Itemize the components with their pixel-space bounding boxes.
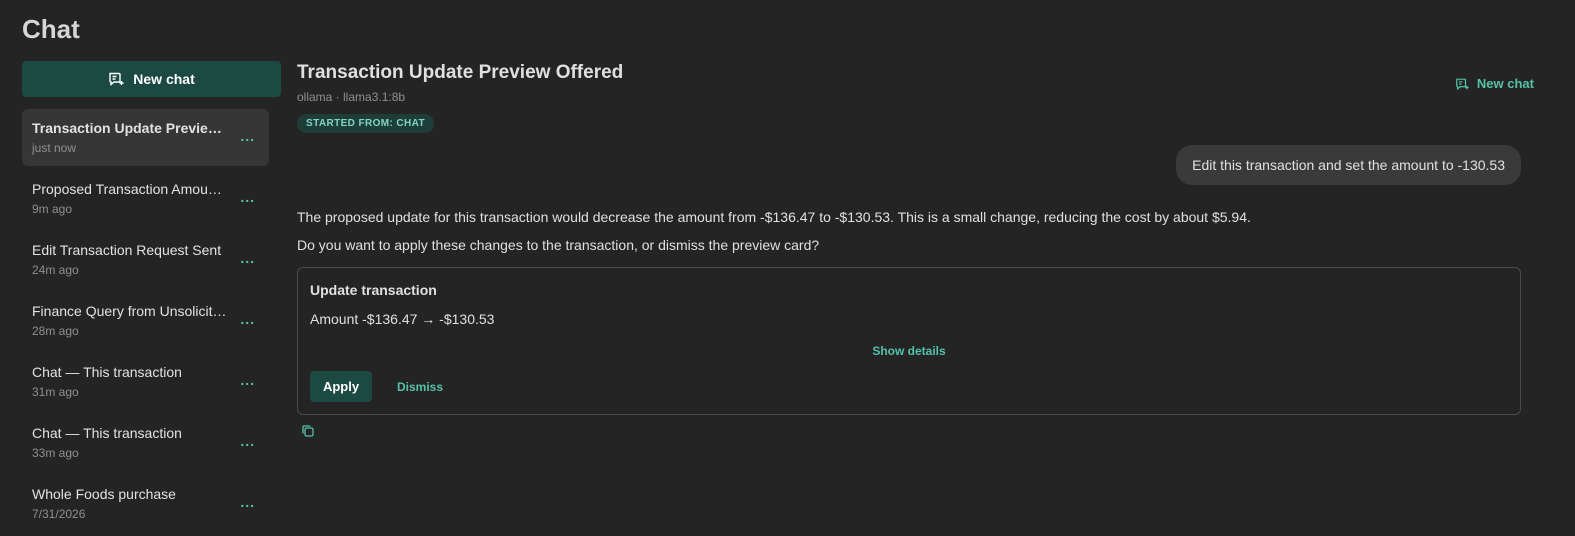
card-amount-change: Amount -$136.47 → -$130.53 bbox=[310, 311, 495, 327]
chat-list-item[interactable]: Edit Transaction Request Sent 24m ago ..… bbox=[22, 231, 269, 288]
chat-item-time: 28m ago bbox=[32, 324, 79, 338]
chat-item-title: Whole Foods purchase bbox=[32, 486, 176, 502]
chat-list-item[interactable]: Proposed Transaction Amount Update 9m ag… bbox=[22, 170, 269, 227]
dismiss-button[interactable]: Dismiss bbox=[397, 380, 443, 394]
more-options-icon[interactable]: ... bbox=[240, 372, 255, 388]
more-options-icon[interactable]: ... bbox=[240, 433, 255, 449]
conversation-panel: Transaction Update Preview Offered ollam… bbox=[297, 62, 1534, 438]
chat-list-item[interactable]: Transaction Update Preview Offered just … bbox=[22, 109, 269, 166]
user-message-row: Edit this transaction and set the amount… bbox=[297, 145, 1521, 185]
chat-plus-icon bbox=[1456, 78, 1469, 90]
chat-item-title: Proposed Transaction Amount Update bbox=[32, 181, 228, 197]
user-message: Edit this transaction and set the amount… bbox=[1176, 145, 1521, 185]
new-chat-button-label: New chat bbox=[133, 71, 195, 87]
chat-item-time: 33m ago bbox=[32, 446, 79, 460]
page-title: Chat bbox=[22, 14, 80, 44]
assistant-message: The proposed update for this transaction… bbox=[297, 203, 1521, 259]
chat-list-item[interactable]: Chat — This transaction 33m ago ... bbox=[22, 414, 269, 471]
card-title: Update transaction bbox=[310, 282, 437, 298]
chat-item-title: Chat — This transaction bbox=[32, 425, 182, 441]
chat-item-time: 7/31/2026 bbox=[32, 507, 86, 521]
chat-plus-icon bbox=[109, 72, 124, 86]
more-options-icon[interactable]: ... bbox=[240, 311, 255, 327]
card-actions: Apply Dismiss bbox=[310, 371, 443, 402]
more-options-icon[interactable]: ... bbox=[240, 250, 255, 266]
chat-list: Transaction Update Preview Offered just … bbox=[22, 109, 269, 532]
chat-item-time: just now bbox=[32, 141, 77, 155]
chat-item-title: Edit Transaction Request Sent bbox=[32, 242, 222, 258]
header-new-chat-button[interactable]: New chat bbox=[1455, 76, 1534, 91]
chat-item-time: 9m ago bbox=[32, 202, 73, 216]
new-chat-button[interactable]: New chat bbox=[22, 61, 281, 97]
show-details-link[interactable]: Show details bbox=[298, 344, 1520, 358]
apply-button[interactable]: Apply bbox=[310, 371, 372, 402]
chat-item-time: 24m ago bbox=[32, 263, 79, 277]
chat-item-time: 31m ago bbox=[32, 385, 79, 399]
sidebar: New chat Transaction Update Preview Offe… bbox=[22, 61, 281, 536]
chat-item-title: Finance Query from Unsolicited bbox=[32, 303, 228, 319]
more-options-icon[interactable]: ... bbox=[240, 189, 255, 205]
model-label: ollama · llama3.1:8b bbox=[297, 90, 406, 104]
chat-list-item[interactable]: Finance Query from Unsolicited 28m ago .… bbox=[22, 292, 269, 349]
more-options-icon[interactable]: ... bbox=[240, 128, 255, 144]
origin-badge: STARTED FROM: CHAT bbox=[297, 114, 435, 133]
chat-item-title: Transaction Update Preview Offered bbox=[32, 120, 228, 136]
chat-list-item[interactable]: Whole Foods purchase 7/31/2026 ... bbox=[22, 475, 269, 532]
chat-item-title: Chat — This transaction bbox=[32, 364, 182, 380]
update-preview-card: Update transaction Amount -$136.47 → -$1… bbox=[297, 267, 1521, 415]
header-new-chat-label: New chat bbox=[1476, 76, 1534, 91]
chat-list-item[interactable]: Chat — This transaction 31m ago ... bbox=[22, 353, 269, 410]
conversation-title: Transaction Update Preview Offered bbox=[297, 62, 624, 83]
copy-icon[interactable] bbox=[301, 424, 315, 438]
assistant-message-line: Do you want to apply these changes to th… bbox=[297, 237, 820, 253]
assistant-message-line: The proposed update for this transaction… bbox=[297, 209, 1251, 225]
more-options-icon[interactable]: ... bbox=[240, 494, 255, 510]
